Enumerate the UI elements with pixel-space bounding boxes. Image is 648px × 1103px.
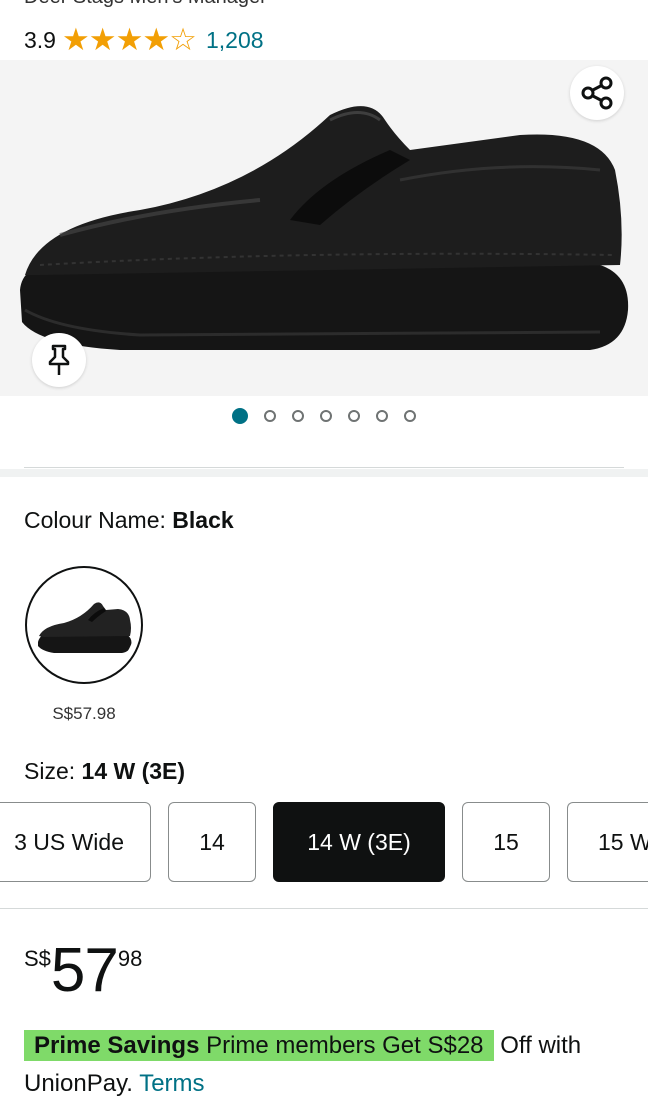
size-label: Size: 14 W (3E) xyxy=(24,758,186,784)
prime-savings-badge: Prime Savings Prime members Get S$28 xyxy=(24,1030,494,1061)
carousel-dot[interactable] xyxy=(292,410,304,422)
shoe-image xyxy=(20,106,629,350)
rating-row[interactable]: 3.9 ★ ★ ★ ★ ☆ 1,208 xyxy=(24,24,264,56)
colour-name-value: Black xyxy=(172,507,234,533)
star-icon: ★ xyxy=(142,22,171,57)
colour-swatch-black[interactable] xyxy=(25,566,143,684)
pin-button[interactable] xyxy=(32,333,86,387)
size-option-13-us-wide[interactable]: 3 US Wide xyxy=(0,802,151,882)
price: S$ 57 98 xyxy=(24,940,142,1002)
star-rating: ★ ★ ★ ★ ☆ xyxy=(61,22,197,57)
carousel-dot[interactable] xyxy=(232,408,248,424)
size-option-15[interactable]: 15 xyxy=(462,802,550,882)
terms-link[interactable]: Terms xyxy=(139,1070,204,1097)
divider xyxy=(24,467,624,468)
star-icon: ★ xyxy=(61,22,90,57)
size-option-15w[interactable]: 15 W xyxy=(567,802,648,882)
colour-name-label: Colour Name: Black xyxy=(24,507,234,533)
share-icon xyxy=(581,76,613,110)
carousel-dot[interactable] xyxy=(320,410,332,422)
section-divider xyxy=(0,469,648,477)
carousel-dot[interactable] xyxy=(264,410,276,422)
size-option-14w-selected[interactable]: 14 W (3E) xyxy=(273,802,445,882)
star-outline-icon: ☆ xyxy=(169,22,197,57)
star-icon: ★ xyxy=(115,22,144,57)
star-icon: ★ xyxy=(88,22,117,57)
size-value: 14 W (3E) xyxy=(81,758,186,784)
product-title: Deer Stags Men's Manager xyxy=(24,0,267,9)
product-image[interactable] xyxy=(0,60,648,396)
image-carousel-dots[interactable] xyxy=(0,408,648,428)
price-fraction: 98 xyxy=(117,946,143,971)
share-button[interactable] xyxy=(570,66,624,120)
pin-icon xyxy=(48,344,70,375)
carousel-dot[interactable] xyxy=(348,410,360,422)
carousel-dot[interactable] xyxy=(404,410,416,422)
swatch-price: S$57.98 xyxy=(52,704,116,723)
price-whole: 57 xyxy=(50,936,119,1005)
shoe-thumbnail xyxy=(38,602,132,653)
size-option-14[interactable]: 14 xyxy=(168,802,256,882)
carousel-dot[interactable] xyxy=(376,410,388,422)
swatch-image xyxy=(30,571,138,679)
ratings-count-link[interactable]: 1,208 xyxy=(206,27,264,54)
prime-savings-promo: Prime Savings Prime members Get S$28 Off… xyxy=(24,1030,582,1097)
rating-value: 3.9 xyxy=(24,26,56,53)
divider xyxy=(0,908,648,909)
price-currency: S$ xyxy=(24,946,51,971)
